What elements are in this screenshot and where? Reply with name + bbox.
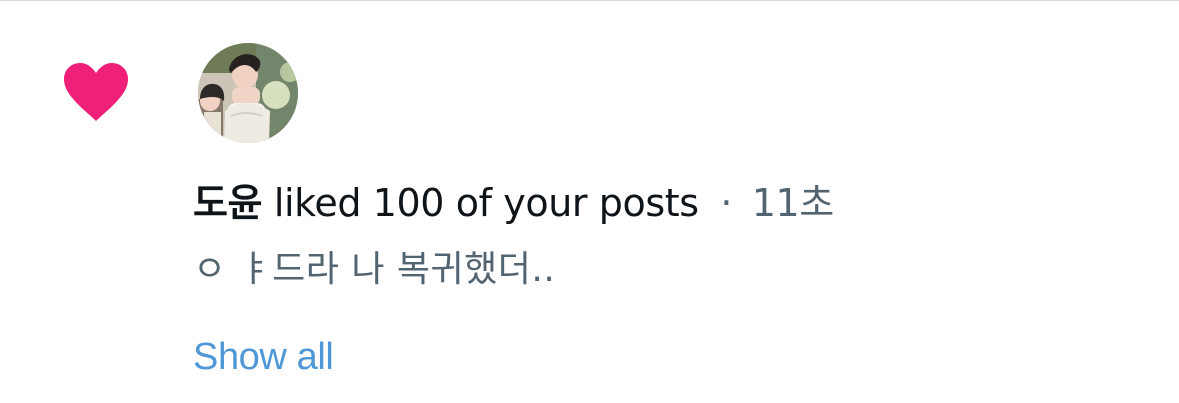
post-snippet[interactable]: ㅇ ㅑ드라 나 복귀했더.. — [193, 243, 1133, 297]
like-notification[interactable]: 도윤 liked 100 of your posts · 11초 ㅇ ㅑ드라 나… — [0, 0, 1179, 403]
actor-name[interactable]: 도윤 — [193, 181, 263, 225]
action-text: liked 100 of your posts — [273, 181, 699, 225]
timestamp: 11초 — [751, 181, 835, 225]
avatar[interactable] — [198, 43, 298, 143]
notification-content: 도윤 liked 100 of your posts · 11초 ㅇ ㅑ드라 나… — [193, 174, 1133, 297]
show-all-link[interactable]: Show all — [193, 331, 334, 383]
separator-dot: · — [720, 181, 733, 225]
notification-headline: 도윤 liked 100 of your posts · 11초 — [193, 174, 1133, 232]
heart-icon — [63, 62, 129, 122]
